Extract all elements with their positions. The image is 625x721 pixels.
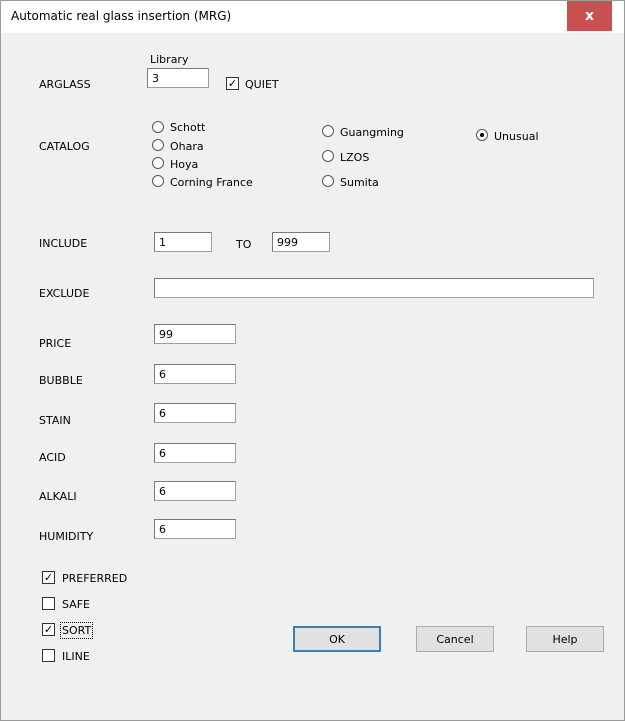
check-mark-icon: ✓ — [227, 77, 238, 90]
arglass-library-input[interactable] — [147, 68, 209, 88]
close-button[interactable]: x — [567, 1, 612, 31]
alkali-input[interactable] — [154, 481, 236, 501]
catalog-option-guangming: Guangming — [340, 126, 404, 139]
acid-input[interactable] — [154, 443, 236, 463]
stain-label: STAIN — [39, 414, 71, 427]
catalog-option-hoya: Hoya — [170, 158, 199, 171]
preferred-checkbox[interactable]: ✓ — [42, 571, 55, 584]
include-label: INCLUDE — [39, 237, 88, 250]
exclude-label: EXCLUDE — [39, 287, 90, 300]
iline-checkbox[interactable] — [42, 649, 55, 662]
quiet-label: QUIET — [245, 78, 279, 91]
bubble-label: BUBBLE — [39, 374, 83, 387]
title-bar: Automatic real glass insertion (MRG) x — [1, 1, 624, 33]
iline-label: ILINE — [62, 650, 90, 663]
catalog-radio-unusual[interactable] — [476, 129, 488, 141]
catalog-option-sumita: Sumita — [340, 176, 379, 189]
cancel-button[interactable]: Cancel — [416, 626, 494, 652]
catalog-option-corning-france: Corning France — [170, 176, 253, 189]
sort-checkbox[interactable]: ✓ — [42, 623, 55, 636]
window-title: Automatic real glass insertion (MRG) — [11, 9, 232, 23]
safe-label: SAFE — [62, 598, 90, 611]
humidity-label: HUMIDITY — [39, 530, 94, 543]
arglass-label: ARGLASS — [39, 78, 91, 91]
close-icon: x — [584, 8, 595, 24]
ok-button[interactable]: OK — [293, 626, 381, 652]
check-mark-icon: ✓ — [43, 571, 54, 584]
include-from-input[interactable] — [154, 232, 212, 252]
library-label: Library — [150, 53, 189, 66]
stain-input[interactable] — [154, 403, 236, 423]
humidity-input[interactable] — [154, 519, 236, 539]
catalog-option-ohara: Ohara — [170, 140, 204, 153]
preferred-label: PREFERRED — [62, 572, 128, 585]
price-label: PRICE — [39, 337, 72, 350]
catalog-radio-lzos[interactable] — [322, 150, 334, 162]
catalog-option-lzos: LZOS — [340, 151, 370, 164]
price-input[interactable] — [154, 324, 236, 344]
dialog-body: ARGLASS Library ✓ QUIET CATALOG Schott O… — [9, 33, 616, 713]
quiet-checkbox[interactable]: ✓ — [226, 77, 239, 90]
include-to-input[interactable] — [272, 232, 330, 252]
catalog-label: CATALOG — [39, 140, 90, 153]
catalog-option-schott: Schott — [170, 121, 206, 134]
dialog-window: Automatic real glass insertion (MRG) x A… — [0, 0, 625, 721]
check-mark-icon: ✓ — [43, 623, 54, 636]
catalog-radio-corning-france[interactable] — [152, 175, 164, 187]
bubble-input[interactable] — [154, 364, 236, 384]
catalog-radio-ohara[interactable] — [152, 139, 164, 151]
sort-label: SORT — [59, 622, 94, 639]
catalog-radio-sumita[interactable] — [322, 175, 334, 187]
catalog-radio-guangming[interactable] — [322, 125, 334, 137]
radio-selected-dot — [480, 133, 484, 137]
exclude-input[interactable] — [154, 278, 594, 298]
include-to-label: TO — [236, 238, 252, 251]
catalog-radio-schott[interactable] — [152, 121, 164, 133]
safe-checkbox[interactable] — [42, 597, 55, 610]
catalog-radio-hoya[interactable] — [152, 157, 164, 169]
catalog-option-unusual: Unusual — [494, 130, 539, 143]
help-button[interactable]: Help — [526, 626, 604, 652]
alkali-label: ALKALI — [39, 490, 77, 503]
acid-label: ACID — [39, 451, 66, 464]
